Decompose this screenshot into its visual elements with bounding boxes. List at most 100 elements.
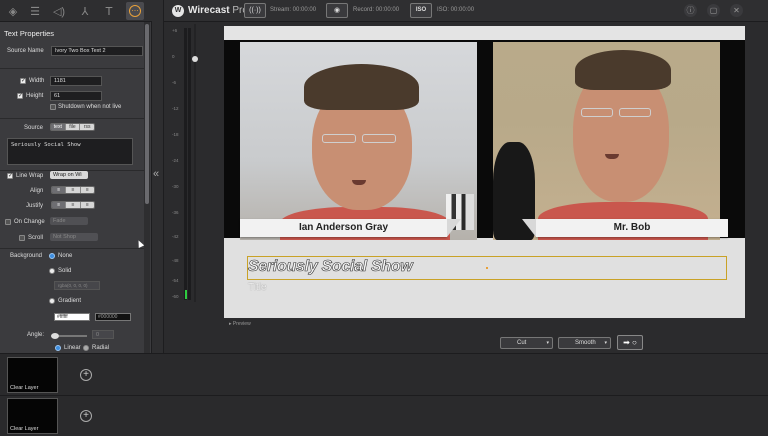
info-icon[interactable]: ⓘ — [684, 4, 697, 17]
panel-scrollbar-thumb[interactable] — [145, 24, 149, 204]
bg-none-radio[interactable] — [49, 253, 55, 259]
background-label: Background — [10, 253, 43, 259]
text-content-area[interactable]: Seriously Social Show — [7, 138, 133, 165]
onchange-checkbox[interactable] — [5, 219, 11, 225]
wifi-icon: ((·)) — [249, 7, 261, 14]
meter-tick: -42 — [172, 234, 179, 239]
align-left-icon[interactable]: ≡ — [52, 187, 67, 193]
solid-color-field[interactable]: rgba(0, 0, 0, 0) — [54, 281, 100, 290]
title-icon[interactable]: ⋯ — [126, 2, 144, 20]
record-button[interactable]: ◉ — [326, 3, 348, 18]
layer-row: Clear Layer + — [0, 396, 768, 436]
linewrap-checkbox[interactable]: ✓ — [7, 173, 13, 179]
go-button[interactable]: ➡ ○ — [617, 335, 643, 350]
lower-third-name-1: Ian Anderson Gray — [240, 219, 461, 237]
meter-tick: -54 — [172, 278, 179, 283]
angle-slider[interactable] — [59, 335, 87, 337]
linear-radio[interactable] — [55, 345, 61, 351]
glasses-right — [362, 134, 396, 143]
gradient-to-color[interactable]: #000000 — [95, 313, 131, 321]
stream-button[interactable]: ((·)) — [244, 3, 266, 18]
chevron-down-icon: ▾ — [546, 340, 549, 346]
align-center-icon[interactable]: ≡ — [66, 187, 81, 193]
meter-tick: -60 — [172, 294, 179, 299]
text-icon[interactable]: ꓔ — [100, 2, 118, 20]
wirecast-logo-icon: W — [172, 5, 184, 17]
source-rss-option[interactable]: rss — [80, 124, 94, 130]
anchor-point[interactable] — [486, 267, 488, 269]
source-text-option[interactable]: text — [51, 124, 66, 130]
width-checkbox[interactable]: ✓ — [20, 78, 26, 84]
divider — [0, 118, 144, 119]
meter-tick: -36 — [172, 210, 179, 215]
add-shot-button[interactable]: + — [80, 410, 92, 422]
scroll-select[interactable]: Not Shop — [50, 233, 98, 241]
bg-none-label: None — [58, 253, 73, 259]
scroll-label: Scroll — [28, 235, 44, 241]
align-right-icon[interactable]: ≡ — [80, 187, 94, 193]
meter-tick: -18 — [172, 132, 179, 137]
layers-icon[interactable]: ◈ — [4, 2, 22, 20]
radial-label: Radial — [92, 345, 110, 351]
align-segmented[interactable]: ≡ ≡ ≡ — [51, 186, 95, 194]
source-label: Source — [24, 125, 44, 131]
glasses-left — [581, 108, 613, 117]
justify-segmented[interactable]: ≡ ≡ ≡ — [51, 201, 95, 209]
cut-label: Cut — [517, 340, 527, 346]
justify-top-icon[interactable]: ≡ — [52, 202, 67, 208]
width-label: Width — [29, 78, 45, 84]
height-field[interactable]: 61 — [50, 91, 102, 101]
audio-meter-left — [184, 28, 187, 300]
angle-dial[interactable] — [51, 333, 59, 339]
linear-label: Linear — [64, 345, 81, 351]
justify-bottom-icon[interactable]: ≡ — [80, 202, 94, 208]
gradient-from-color[interactable]: #ffffff — [54, 313, 90, 321]
layer-shot-thumbnail[interactable]: Clear Layer — [7, 398, 58, 434]
panel-tab-bar: ◈ ☰ ◁) ⅄ ꓔ ⋯ — [0, 0, 152, 22]
radial-radio[interactable] — [83, 345, 89, 351]
width-field[interactable]: 1181 — [50, 76, 102, 86]
panel-title: Text Properties — [4, 29, 55, 38]
meter-tick: 0 — [172, 54, 175, 59]
source-name-field[interactable]: Ivory Two Box Text 2 — [51, 46, 143, 56]
sliders-icon[interactable]: ☰ — [26, 2, 44, 20]
transform-icon[interactable]: ⅄ — [76, 2, 94, 20]
preview-canvas[interactable]: Ian Anderson Gray Mr. Bob Seriously Soci… — [224, 26, 745, 318]
source-file-option[interactable]: file — [65, 124, 81, 130]
iso-status: ISO: 00:00:00 — [437, 7, 475, 13]
height-checkbox[interactable]: ✓ — [17, 93, 23, 99]
shutdown-label: Shutdown when not live — [58, 104, 122, 110]
show-title: Seriously Social Show — [248, 258, 413, 276]
cut-transition-select[interactable]: Cut ▾ — [500, 337, 553, 349]
window-icon[interactable]: ▢ — [707, 4, 720, 17]
layer-shot-thumbnail[interactable]: Clear Layer — [7, 357, 58, 393]
top-strip — [224, 26, 745, 40]
person-hair — [304, 64, 419, 110]
scroll-checkbox[interactable] — [19, 235, 25, 241]
bg-gradient-radio[interactable] — [49, 298, 55, 304]
glasses-left — [322, 134, 356, 143]
collapse-chevron-icon[interactable]: « — [153, 168, 159, 180]
justify-middle-icon[interactable]: ≡ — [66, 202, 81, 208]
source-segmented[interactable]: text file rss — [50, 123, 95, 131]
linewrap-select[interactable]: Wrap on Wi — [50, 171, 88, 179]
angle-field[interactable]: 0 — [92, 330, 114, 339]
panel-collapse-strip[interactable]: « — [152, 0, 164, 353]
meter-tick: -6 — [172, 80, 177, 85]
shutdown-checkbox[interactable] — [50, 104, 56, 110]
camera-feed-1 — [240, 42, 477, 240]
close-icon[interactable]: ✕ — [730, 4, 743, 17]
meter-tick: +6 — [172, 28, 178, 33]
smooth-transition-select[interactable]: Smooth ▾ — [558, 337, 611, 349]
divider — [0, 68, 144, 69]
volume-fader-track[interactable] — [194, 24, 196, 302]
preview-label-text: Preview — [232, 321, 251, 327]
justify-label: Justify — [26, 203, 44, 209]
bg-solid-radio[interactable] — [49, 268, 55, 274]
iso-button[interactable]: ISO — [410, 3, 432, 18]
add-shot-button[interactable]: + — [80, 369, 92, 381]
audio-icon[interactable]: ◁) — [50, 2, 68, 20]
angle-label: Angle: — [27, 332, 45, 338]
onchange-select[interactable]: Fade — [50, 217, 88, 225]
record-status: Record: 00:00:00 — [353, 7, 400, 13]
